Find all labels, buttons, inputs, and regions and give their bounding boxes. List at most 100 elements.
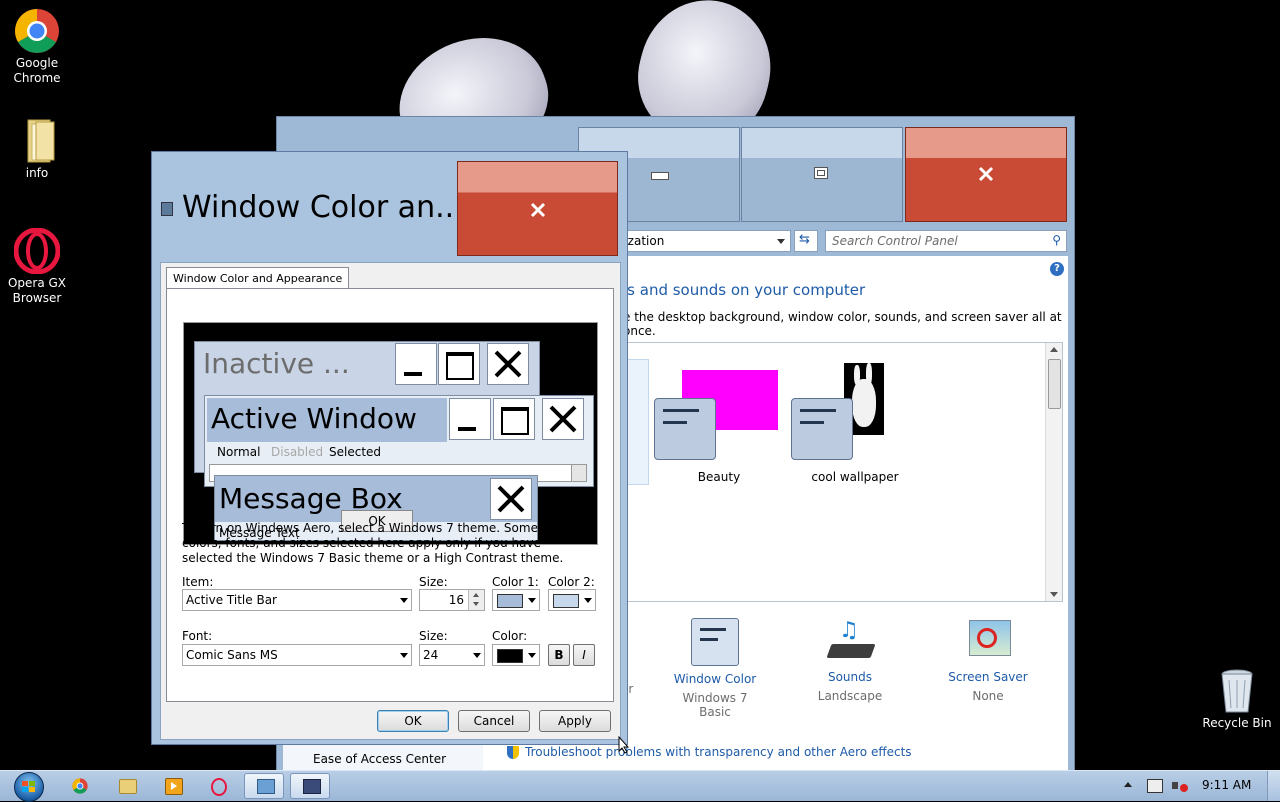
preview-minimize-icon — [449, 398, 491, 440]
taskbar-window-color[interactable] — [290, 773, 330, 799]
italic-toggle[interactable]: I — [573, 644, 595, 666]
window-color-value: Windows 7 Basic — [682, 691, 748, 719]
control-panel-icon — [257, 779, 275, 794]
opera-gx-icon — [211, 778, 227, 796]
chevron-up-icon[interactable] — [473, 593, 479, 597]
taskbar-opera-gx[interactable] — [198, 773, 238, 799]
search-box[interactable]: Search Control Panel ⚲ — [825, 230, 1067, 252]
preview-close-icon — [542, 398, 584, 440]
dialog-title: Window Color an... — [182, 190, 464, 225]
desktop-icon-label: info — [25, 166, 49, 180]
color1-picker[interactable] — [492, 589, 540, 611]
volume-muted-icon[interactable] — [1172, 778, 1188, 794]
ok-button[interactable]: OK — [377, 710, 449, 732]
screen-saver-link[interactable]: Screen Saver None — [933, 618, 1043, 708]
stepper-arrows[interactable] — [468, 590, 484, 610]
preview-minimize-icon — [395, 343, 437, 385]
size-stepper[interactable]: 16 — [419, 589, 485, 611]
chevron-down-icon — [528, 598, 536, 603]
window-color-icon — [303, 779, 321, 794]
appearance-preview[interactable]: Inactive ... Active Window Normal Disabl… — [183, 322, 598, 545]
chevron-down-icon — [584, 598, 592, 603]
close-icon — [978, 166, 994, 182]
search-input[interactable]: Search Control Panel — [832, 234, 958, 248]
apply-button[interactable]: Apply — [539, 710, 611, 732]
dialog-close-button[interactable] — [457, 161, 618, 256]
desktop-icon-opera[interactable]: Opera GX Browser — [2, 227, 72, 306]
item-select[interactable]: Active Title Bar — [182, 589, 412, 611]
desktop-icon-chrome[interactable]: Google Chrome — [2, 8, 72, 86]
cancel-button[interactable]: Cancel — [458, 710, 530, 732]
theme-window-icon — [791, 398, 853, 460]
sounds-value: Landscape — [817, 689, 883, 703]
search-icon: ⚲ — [1052, 233, 1061, 247]
refresh-icon: ⇆ — [799, 232, 810, 247]
window-color-icon — [691, 618, 739, 666]
minimize-icon — [651, 172, 669, 180]
address-dropdown-icon[interactable] — [777, 239, 785, 244]
theme-item-cool-wallpaper[interactable]: cool wallpaper — [791, 363, 942, 484]
chrome-icon — [72, 778, 88, 794]
color2-label: Color 2: — [548, 575, 595, 589]
sounds-title: Sounds — [827, 670, 873, 684]
taskbar-chrome[interactable] — [60, 773, 100, 799]
font-color-picker[interactable] — [492, 644, 540, 666]
preview-menu-normal: Normal — [217, 445, 261, 459]
chevron-down-icon — [400, 598, 408, 603]
help-icon[interactable]: ? — [1050, 262, 1064, 276]
chevron-down-icon[interactable] — [473, 602, 479, 606]
desktop-icon-info[interactable]: info — [2, 118, 72, 181]
item-select-value: Active Title Bar — [186, 593, 277, 607]
window-color-dialog: Window Color an... Window Color and Appe… — [151, 151, 628, 745]
sounds-link[interactable]: ♫ Sounds Landscape — [805, 618, 895, 708]
theme-name: Beauty — [697, 470, 741, 484]
scroll-up-icon[interactable] — [1050, 347, 1058, 352]
screen-saver-title: Screen Saver — [948, 670, 1028, 684]
chevron-down-icon — [473, 653, 481, 658]
desktop-icon-label: Opera GX Browser — [7, 276, 67, 305]
taskbar-explorer[interactable] — [106, 773, 146, 799]
refresh-button[interactable]: ⇆ — [794, 230, 818, 252]
chevron-down-icon — [528, 653, 536, 658]
screen-saver-value: None — [972, 689, 1004, 703]
screen-saver-icon — [965, 618, 1011, 664]
maximize-icon — [814, 167, 828, 179]
taskbar-media-player[interactable] — [152, 773, 192, 799]
action-center-icon[interactable] — [1147, 779, 1163, 793]
tab-window-color-appearance[interactable]: Window Color and Appearance — [166, 267, 350, 289]
preview-close-icon — [487, 343, 529, 385]
themes-scrollbar[interactable] — [1045, 343, 1062, 601]
show-desktop-button[interactable] — [1267, 771, 1280, 801]
chrome-icon — [14, 8, 60, 54]
preview-active-window: Active Window Normal Disabled Selected — [204, 395, 594, 487]
show-hidden-icons-button[interactable] — [1124, 782, 1132, 787]
opera-gx-icon — [13, 227, 61, 275]
troubleshoot-link[interactable]: Troubleshoot problems with transparency … — [507, 745, 912, 759]
size-label: Size: — [419, 575, 448, 589]
scroll-thumb[interactable] — [1048, 359, 1061, 409]
taskbar: 9:11 AM — [0, 770, 1280, 802]
desktop-icon-label: Google Chrome — [13, 56, 61, 85]
font-select-value: Comic Sans MS — [186, 648, 278, 662]
chevron-down-icon — [400, 653, 408, 658]
theme-window-icon — [654, 398, 716, 460]
page-subheading: e the desktop background, window color, … — [623, 310, 1062, 338]
desktop-icon-recycle-bin[interactable]: Recycle Bin — [1202, 668, 1272, 731]
address-bar[interactable]: lization — [617, 230, 791, 252]
scroll-down-icon[interactable] — [1050, 592, 1058, 597]
font-color-swatch — [497, 649, 523, 663]
tab-panel: Inactive ... Active Window Normal Disabl… — [166, 288, 614, 702]
window-color-link[interactable]: Window Color Windows 7 Basic — [665, 618, 765, 719]
theme-item-beauty[interactable]: Beauty — [654, 368, 786, 484]
ease-of-access-link[interactable]: Ease of Access Center — [313, 752, 446, 766]
font-select[interactable]: Comic Sans MS — [182, 644, 412, 666]
close-button[interactable] — [905, 127, 1067, 222]
color2-picker[interactable] — [548, 589, 596, 611]
font-size-select[interactable]: 24 — [419, 644, 485, 666]
taskbar-control-panel[interactable] — [244, 773, 284, 799]
start-button[interactable] — [8, 771, 48, 802]
theme-name: cool wallpaper — [811, 470, 899, 484]
bold-toggle[interactable]: B — [548, 644, 570, 666]
maximize-button[interactable] — [741, 127, 903, 222]
system-clock[interactable]: 9:11 AM — [1202, 778, 1251, 792]
